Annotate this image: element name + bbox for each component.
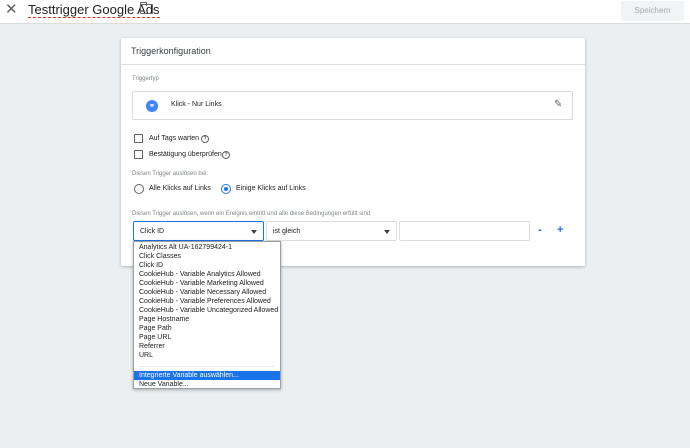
dropdown-item[interactable]: Page Path xyxy=(134,324,280,333)
some-link-clicks-label: Einige Klicks auf Links xyxy=(236,185,306,192)
dropdown-item[interactable]: Referrer xyxy=(134,342,280,351)
all-link-clicks-radio[interactable] xyxy=(134,184,144,194)
dropdown-item[interactable]: CookieHub - Variable Necessary Allowed xyxy=(134,288,280,297)
dropdown-item[interactable]: Click ID xyxy=(134,261,280,270)
dropdown-item[interactable]: URL xyxy=(134,351,280,360)
builtin-variable-item[interactable]: Integrierte Variable auswählen... xyxy=(134,371,280,380)
link-icon: ⚭ xyxy=(146,100,158,112)
variable-dropdown-menu: Analytics Alt UA-162799424-1 Click Class… xyxy=(133,241,281,389)
fire-on-label: Diesen Trigger auslösen bei: xyxy=(132,171,209,177)
operator-select[interactable]: ist gleich xyxy=(266,221,397,241)
card-title: Triggerkonfiguration xyxy=(121,38,585,65)
close-icon[interactable]: ✕ xyxy=(5,2,18,18)
help-icon[interactable]: ? xyxy=(222,151,230,159)
operator-select-value: ist gleich xyxy=(273,228,301,235)
remove-condition-button[interactable]: - xyxy=(538,224,542,236)
new-variable-item[interactable]: Neue Variable... xyxy=(134,380,280,389)
condition-value-input[interactable] xyxy=(399,221,530,241)
chevron-down-icon xyxy=(384,230,390,234)
dropdown-divider xyxy=(139,366,275,367)
add-condition-button[interactable]: + xyxy=(557,224,563,236)
trigger-type-label: Triggertyp xyxy=(132,76,159,82)
save-button[interactable]: Speichern xyxy=(621,1,684,21)
help-icon[interactable]: ? xyxy=(201,135,209,143)
variable-select[interactable]: Click ID xyxy=(133,221,264,241)
dropdown-item[interactable]: Analytics Alt UA-162799424-1 xyxy=(134,243,280,252)
dropdown-item[interactable]: Page Hostname xyxy=(134,315,280,324)
dropdown-item[interactable]: CookieHub - Variable Analytics Allowed xyxy=(134,270,280,279)
trigger-type-selector[interactable]: ⚭ Klick - Nur Links ✎ xyxy=(132,91,573,120)
check-validation-checkbox[interactable] xyxy=(134,150,143,159)
variable-select-value: Click ID xyxy=(140,228,165,235)
chevron-down-icon xyxy=(251,230,257,234)
dropdown-item[interactable]: CookieHub - Variable Preferences Allowed xyxy=(134,297,280,306)
top-bar: ✕ Testtrigger Google Ads Speichern xyxy=(0,0,690,24)
dropdown-item[interactable]: CookieHub - Variable Uncategorized Allow… xyxy=(134,306,280,315)
folder-icon[interactable] xyxy=(139,2,153,14)
all-link-clicks-label: Alle Klicks auf Links xyxy=(149,185,211,192)
condition-label: Diesen Trigger auslösen, wenn ein Ereign… xyxy=(132,211,371,217)
dropdown-item[interactable]: Click Classes xyxy=(134,252,280,261)
dropdown-item[interactable]: CookieHub - Variable Marketing Allowed xyxy=(134,279,280,288)
dropdown-item[interactable]: Page URL xyxy=(134,333,280,342)
some-link-clicks-radio[interactable] xyxy=(221,184,231,194)
wait-for-tags-checkbox[interactable] xyxy=(134,134,143,143)
check-validation-label: Bestätigung überprüfen xyxy=(149,151,222,158)
wait-for-tags-label: Auf Tags warten xyxy=(149,135,200,142)
pencil-icon[interactable]: ✎ xyxy=(554,99,562,110)
trigger-type-value: Klick - Nur Links xyxy=(171,101,222,108)
trigger-configuration-card: Triggerkonfiguration Triggertyp ⚭ Klick … xyxy=(121,38,585,266)
